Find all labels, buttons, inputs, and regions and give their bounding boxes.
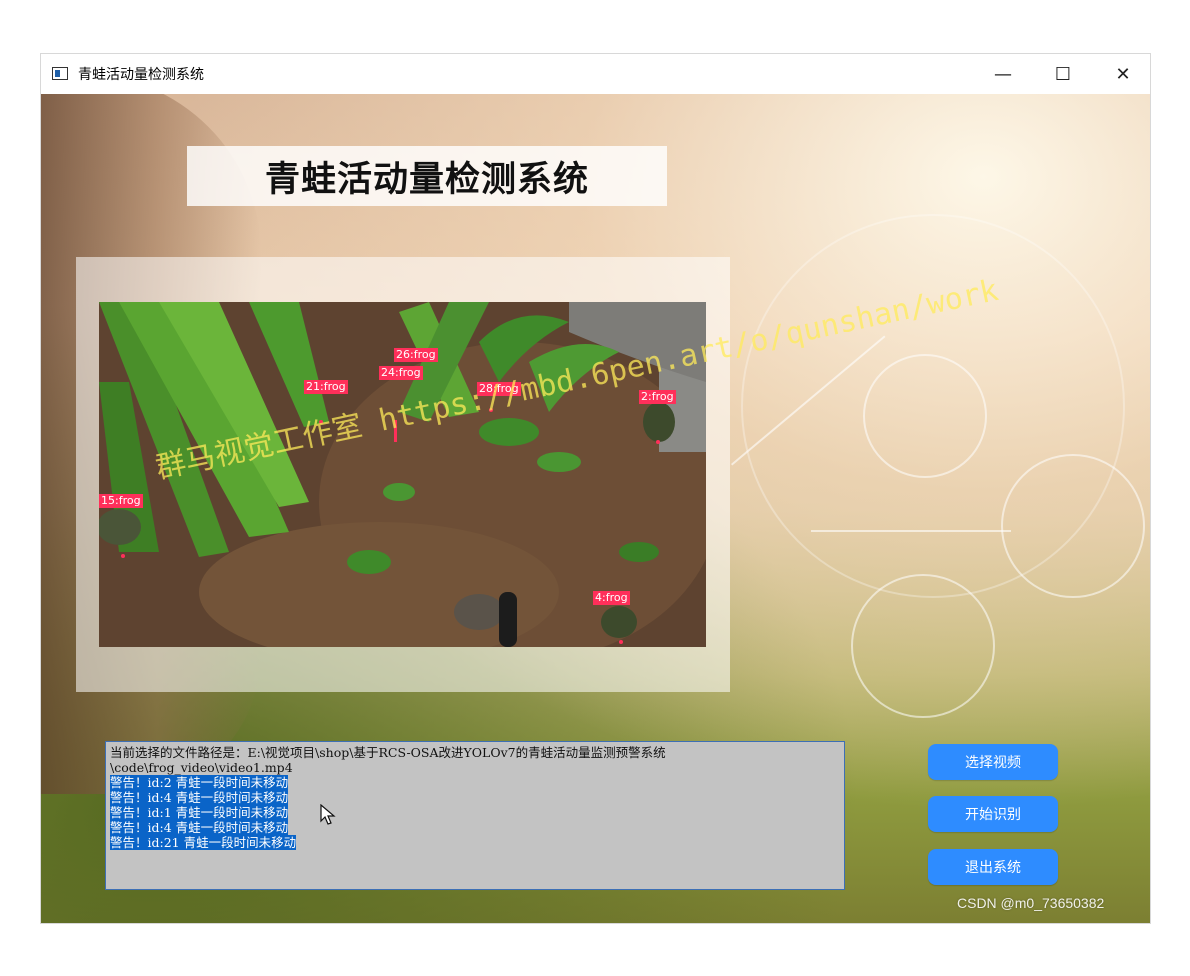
app-window: 青蛙活动量检测系统 — ☐ ✕ 青蛙活动量检测系统 26:frog 24:fro… xyxy=(41,54,1150,923)
connector-line xyxy=(811,530,1011,532)
page-title: 青蛙活动量检测系统 xyxy=(187,146,667,206)
exit-system-button[interactable]: 退出系统 xyxy=(928,849,1058,885)
window-title: 青蛙活动量检测系统 xyxy=(78,67,204,83)
detection-label: 2:frog xyxy=(639,390,676,404)
detection-center-dot xyxy=(656,440,660,444)
warning-line: 警告！id:21 青蛙一段时间未移动 xyxy=(110,835,297,850)
select-video-button[interactable]: 选择视频 xyxy=(928,744,1058,780)
detection-label: 4:frog xyxy=(593,591,630,605)
detection-label: 21:frog xyxy=(304,380,348,394)
detection-label: 26:frog xyxy=(394,348,438,362)
csdn-watermark: CSDN @m0_73650382 xyxy=(957,895,1105,911)
warning-line: 警告！id:4 青蛙一段时间未移动 xyxy=(110,820,289,835)
detection-center-dot xyxy=(121,554,125,558)
file-path-line: \code\frog_video\video1.mp4 xyxy=(110,760,293,775)
detection-label: 15:frog xyxy=(99,494,143,508)
title-bar[interactable]: 青蛙活动量检测系统 — ☐ ✕ xyxy=(41,54,1150,94)
log-textbox[interactable]: 当前选择的文件路径是：E:\视觉项目\shop\基于RCS-OSA改进YOLOv… xyxy=(105,741,845,890)
warning-line: 警告！id:4 青蛙一段时间未移动 xyxy=(110,790,289,805)
file-path-line: 当前选择的文件路径是：E:\视觉项目\shop\基于RCS-OSA改进YOLOv… xyxy=(110,745,666,760)
main-panel: 青蛙活动量检测系统 26:frog 24:frog 21:frog 28:fro… xyxy=(41,94,1150,923)
detection-label: 24:frog xyxy=(379,366,423,380)
minimize-button[interactable]: — xyxy=(980,54,1026,94)
warning-line: 警告！id:1 青蛙一段时间未移动 xyxy=(110,805,289,820)
detection-center-dot xyxy=(619,640,623,644)
app-icon xyxy=(52,67,68,80)
close-button[interactable]: ✕ xyxy=(1100,54,1146,94)
warning-line: 警告！id:2 青蛙一段时间未移动 xyxy=(110,775,289,790)
maximize-button[interactable]: ☐ xyxy=(1040,54,1086,94)
mouse-cursor-icon xyxy=(320,804,336,825)
start-detect-button[interactable]: 开始识别 xyxy=(928,796,1058,832)
